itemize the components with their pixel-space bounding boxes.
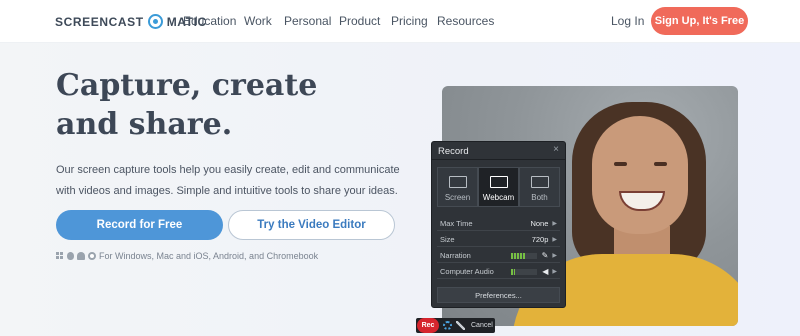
setting-label: Size <box>440 235 455 244</box>
mode-screen-label: Screen <box>444 193 471 202</box>
record-panel: Record × Screen Webcam Both Max Time Non… <box>431 141 566 308</box>
speaker-icon: ◀ <box>542 267 549 276</box>
setting-narration[interactable]: Narration ✎ ▶ <box>437 249 560 263</box>
logo-text-left: SCREENCAST <box>55 14 144 29</box>
screen-and-webcam-icon <box>530 176 549 188</box>
chevron-right-icon: ▶ <box>552 221 557 227</box>
hero-description: Our screen capture tools help you easily… <box>56 164 400 197</box>
setting-label: Computer Audio <box>440 267 494 276</box>
windows-icon <box>56 252 64 260</box>
rec-button[interactable]: Rec <box>417 318 439 333</box>
setting-value: 720p <box>531 235 549 244</box>
setting-computer-audio[interactable]: Computer Audio ◀ ▶ <box>437 265 560 279</box>
webcam-icon <box>489 176 508 188</box>
photo-eye-left <box>614 162 627 166</box>
gear-icon[interactable] <box>443 321 452 330</box>
setting-label: Narration <box>440 251 471 260</box>
cancel-button[interactable]: Cancel <box>471 322 493 329</box>
nav-link-education[interactable]: Education <box>183 14 236 28</box>
nav-link-product[interactable]: Product <box>339 14 380 28</box>
try-video-editor-button[interactable]: Try the Video Editor <box>228 210 395 240</box>
nav-link-work[interactable]: Work <box>244 14 272 28</box>
apple-icon <box>67 252 74 260</box>
record-for-free-button[interactable]: Record for Free <box>56 210 223 240</box>
platforms-text: For Windows, Mac and iOS, Android, and C… <box>99 251 319 261</box>
mode-both-button[interactable]: Both <box>519 167 560 207</box>
mode-webcam-label: Webcam <box>482 193 515 202</box>
setting-label: Max Time <box>440 219 473 228</box>
monitor-icon <box>448 176 467 188</box>
signup-button[interactable]: Sign Up, It's Free <box>651 7 748 35</box>
preferences-button[interactable]: Preferences... <box>437 287 560 303</box>
narration-level-meter <box>510 252 537 259</box>
hero-headline: Capture, create and share. <box>56 68 318 142</box>
top-nav: SCREENCAST MATIC Education Work Personal… <box>0 0 800 43</box>
computer-audio-level-fill <box>511 268 516 275</box>
photo-eye-right <box>654 162 667 166</box>
record-panel-header: Record × <box>432 142 565 160</box>
android-icon <box>77 252 85 260</box>
setting-value: None <box>530 219 549 228</box>
microphone-icon: ✎ <box>541 251 549 260</box>
nav-link-resources[interactable]: Resources <box>437 14 494 28</box>
record-panel-title: Record <box>438 146 469 157</box>
nav-link-personal[interactable]: Personal <box>284 14 331 28</box>
chevron-right-icon: ▶ <box>552 237 557 243</box>
mode-both-label: Both <box>531 193 548 202</box>
platform-support: For Windows, Mac and iOS, Android, and C… <box>56 251 318 261</box>
logo-record-icon <box>147 14 163 29</box>
chevron-right-icon: ▶ <box>552 269 557 275</box>
mode-screen-button[interactable]: Screen <box>437 167 478 207</box>
setting-max-time[interactable]: Max Time None ▶ <box>437 217 560 231</box>
record-toolbar: Rec Cancel <box>416 318 495 333</box>
record-mode-tabs: Screen Webcam Both <box>437 167 560 207</box>
photo-face <box>592 116 688 234</box>
chrome-icon <box>88 252 96 260</box>
login-link[interactable]: Log In <box>611 14 644 28</box>
pencil-icon[interactable] <box>456 321 465 330</box>
setting-size[interactable]: Size 720p ▶ <box>437 233 560 247</box>
mode-webcam-button[interactable]: Webcam <box>478 167 519 207</box>
chevron-right-icon: ▶ <box>552 253 557 259</box>
nav-link-pricing[interactable]: Pricing <box>391 14 428 28</box>
narration-level-fill <box>510 252 525 259</box>
computer-audio-level-meter <box>511 268 538 275</box>
close-icon[interactable]: × <box>553 144 559 155</box>
